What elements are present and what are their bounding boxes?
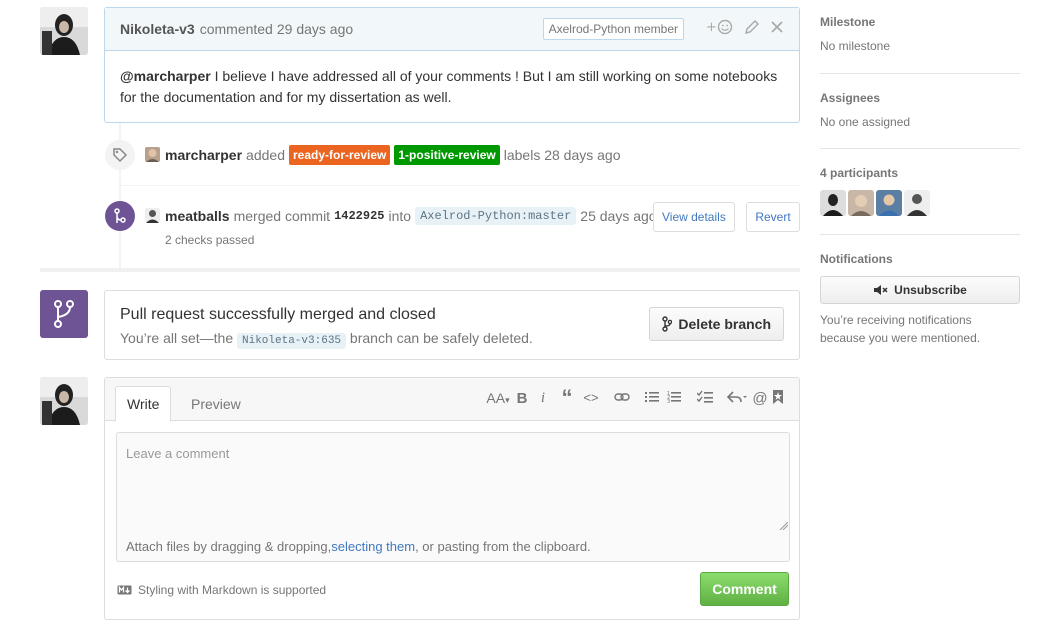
- merged-sub-suffix: branch can be safely deleted.: [349, 330, 533, 346]
- notifications-title: Notifications: [820, 252, 893, 266]
- merged-title: Pull request successfully merged and clo…: [120, 306, 436, 323]
- attach-suffix: , or pasting from the clipboard.: [415, 538, 591, 554]
- event-divider: [121, 185, 800, 186]
- markdown-toolbar: AA▾ B i “ <> 123 @: [483, 387, 785, 409]
- assignees-title[interactable]: Assignees: [820, 91, 1020, 105]
- notification-reason: You’re receiving notifications because y…: [820, 313, 981, 345]
- timeline-end-divider: [40, 268, 800, 272]
- meatballs-avatar[interactable]: [145, 208, 160, 223]
- task-list-icon[interactable]: [685, 390, 725, 408]
- unordered-list-icon[interactable]: [641, 390, 663, 408]
- participant-avatar[interactable]: [904, 190, 930, 216]
- mention-link[interactable]: @marcharper: [120, 68, 211, 84]
- delete-branch-label: Delete branch: [678, 316, 771, 332]
- label-event-verb: added: [246, 147, 285, 163]
- close-icon[interactable]: [770, 20, 784, 38]
- merge-event-verb: merged commit: [233, 208, 331, 224]
- sidebar-notifications: Notifications Unsubscribe You’re receivi…: [820, 252, 1020, 347]
- revert-button[interactable]: Revert: [746, 202, 800, 232]
- comment-button[interactable]: Comment: [700, 572, 789, 606]
- label-positive-review[interactable]: 1-positive-review: [394, 145, 500, 165]
- merge-event-icon: [105, 201, 135, 231]
- merged-subtitle: You’re all set—the Nikoleta-v3:635 branc…: [120, 330, 533, 349]
- reply-icon[interactable]: [725, 390, 749, 408]
- participant-avatar[interactable]: [876, 190, 902, 216]
- comment-header: Nikoleta-v3 commented 29 days ago Axelro…: [105, 8, 799, 51]
- sidebar-milestone: Milestone No milestone: [820, 15, 1020, 74]
- checks-status[interactable]: 2 checks passed: [165, 233, 254, 247]
- markdown-note[interactable]: Styling with Markdown is supported: [117, 583, 326, 597]
- mute-icon: [874, 285, 888, 295]
- svg-text:+: +: [706, 20, 717, 35]
- sidebar-participants: 4 participants: [820, 166, 1020, 235]
- comment-author[interactable]: Nikoleta-v3: [120, 21, 195, 37]
- italic-icon[interactable]: i: [531, 390, 555, 408]
- participant-avatars: [820, 190, 1020, 216]
- editor-tabs: Write Preview AA▾ B i “ <> 123 @: [105, 378, 799, 422]
- assignees-value: No one assigned: [820, 115, 911, 129]
- comment-body: @marcharper I believe I have addressed a…: [105, 51, 799, 123]
- commit-sha[interactable]: 1422925: [334, 209, 384, 223]
- svg-text:3: 3: [667, 399, 670, 404]
- resize-handle-icon[interactable]: [780, 522, 788, 530]
- attach-files-bar[interactable]: Attach files by dragging & dropping, sel…: [116, 531, 790, 562]
- comment-time[interactable]: 29 days ago: [277, 21, 353, 37]
- milestone-title[interactable]: Milestone: [820, 15, 1020, 29]
- sidebar-assignees: Assignees No one assigned: [820, 91, 1020, 149]
- quote-icon[interactable]: “: [555, 387, 579, 409]
- unsubscribe-label: Unsubscribe: [894, 283, 967, 297]
- view-details-button[interactable]: View details: [653, 202, 735, 232]
- participant-avatar[interactable]: [848, 190, 874, 216]
- mention-icon[interactable]: @: [749, 390, 771, 408]
- label-event-suffix: labels 28 days ago: [503, 147, 621, 163]
- unsubscribe-button[interactable]: Unsubscribe: [820, 276, 1020, 304]
- branch-icon: [662, 316, 673, 332]
- comment-body-line1: I believe I have addressed all of your c…: [210, 68, 778, 84]
- member-badge: Axelrod-Python member: [542, 18, 684, 40]
- current-user-avatar[interactable]: [40, 377, 88, 425]
- attach-prefix: Attach files by dragging & dropping,: [126, 538, 332, 554]
- code-icon[interactable]: <>: [579, 390, 603, 408]
- participants-title: 4 participants: [820, 166, 899, 180]
- select-files-link[interactable]: selecting them: [331, 539, 415, 554]
- add-reaction-icon[interactable]: +: [706, 19, 734, 39]
- saved-reply-icon[interactable]: [771, 390, 785, 408]
- tag-icon: [105, 140, 135, 170]
- participant-avatar[interactable]: [820, 190, 846, 216]
- merged-sub-prefix: You’re all set—the: [120, 330, 234, 346]
- label-event: marcharper added ready-for-review 1-posi…: [165, 145, 621, 165]
- merge-time[interactable]: 25 days ago: [580, 208, 656, 224]
- edit-pencil-icon[interactable]: [744, 19, 760, 39]
- merged-status-box: Pull request successfully merged and clo…: [104, 290, 800, 360]
- milestone-value: No milestone: [820, 39, 891, 53]
- comment-placeholder: Leave a comment: [126, 446, 230, 461]
- merge-into: into: [388, 208, 412, 224]
- comment-box: Nikoleta-v3 commented 29 days ago Axelro…: [104, 7, 800, 123]
- link-icon[interactable]: [603, 390, 641, 408]
- ordered-list-icon[interactable]: 123: [663, 390, 685, 408]
- label-ready-for-review[interactable]: ready-for-review: [288, 145, 391, 165]
- bold-icon[interactable]: B: [513, 390, 531, 408]
- target-branch[interactable]: Axelrod-Python:master: [415, 207, 577, 225]
- tab-write[interactable]: Write: [115, 386, 172, 422]
- new-comment-form: Write Preview AA▾ B i “ <> 123 @ Leave a…: [104, 377, 800, 620]
- commenter-avatar[interactable]: [40, 7, 88, 55]
- heading-icon[interactable]: AA▾: [483, 390, 513, 408]
- tab-preview[interactable]: Preview: [180, 386, 252, 422]
- marcharper-avatar[interactable]: [145, 147, 160, 162]
- merged-status-icon: [40, 290, 88, 338]
- source-branch[interactable]: Nikoleta-v3:635: [237, 333, 347, 349]
- comment-action: commented: [199, 21, 273, 37]
- comment-body-line2: for the documentation and for my dissert…: [120, 89, 452, 105]
- merge-event: meatballs merged commit 1422925 into Axe…: [165, 207, 657, 225]
- delete-branch-button[interactable]: Delete branch: [649, 307, 784, 341]
- markdown-note-text: Styling with Markdown is supported: [138, 583, 327, 597]
- merge-event-actor[interactable]: meatballs: [165, 208, 230, 224]
- label-event-actor[interactable]: marcharper: [165, 147, 242, 163]
- comment-textarea[interactable]: Leave a comment: [116, 432, 790, 532]
- markdown-icon: [117, 585, 132, 595]
